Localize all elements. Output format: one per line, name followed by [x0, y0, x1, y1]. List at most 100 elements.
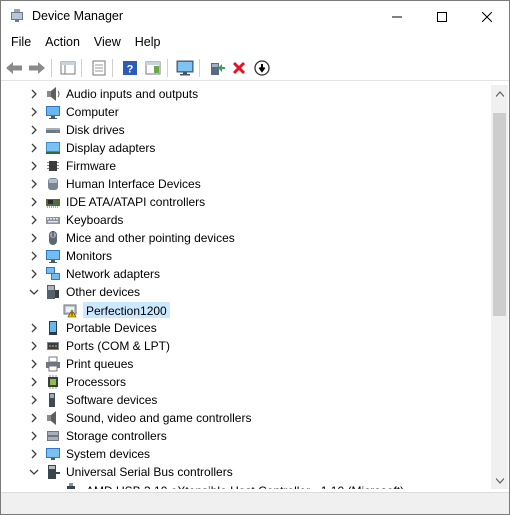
- chevron-right-icon[interactable]: [28, 430, 40, 442]
- menu-file[interactable]: File: [4, 32, 38, 54]
- delete-x-icon: [232, 61, 246, 75]
- device-category[interactable]: Software devices: [4, 391, 490, 409]
- chevron-right-icon[interactable]: [28, 232, 40, 244]
- menu-help[interactable]: Help: [128, 32, 168, 54]
- device-category[interactable]: Portable Devices: [4, 319, 490, 337]
- chevron-right-icon[interactable]: [28, 412, 40, 424]
- device-item[interactable]: Perfection1200: [4, 301, 490, 319]
- update-driver-button[interactable]: [207, 58, 227, 78]
- device-tree[interactable]: Audio inputs and outputs Computer Disk dri…: [4, 85, 490, 489]
- device-label: Monitors: [66, 249, 113, 263]
- properties-button[interactable]: [89, 58, 109, 78]
- chevron-right-icon[interactable]: [28, 394, 40, 406]
- scroll-down-button[interactable]: [491, 472, 508, 489]
- toolbar-separator: [112, 59, 113, 77]
- port-icon: [45, 338, 61, 354]
- processor-icon: [45, 374, 61, 390]
- chevron-right-icon[interactable]: [28, 268, 40, 280]
- warning-device-icon: [63, 302, 79, 318]
- properties-icon: [92, 60, 106, 76]
- vertical-scrollbar[interactable]: [491, 85, 508, 489]
- chevron-right-icon[interactable]: [28, 142, 40, 154]
- device-category[interactable]: Universal Serial Bus controllers: [4, 463, 490, 481]
- status-bar: [1, 492, 509, 514]
- chevron-right-icon[interactable]: [28, 340, 40, 352]
- device-label: Software devices: [66, 393, 158, 407]
- device-category[interactable]: Keyboards: [4, 211, 490, 229]
- device-category[interactable]: Human Interface Devices: [4, 175, 490, 193]
- device-category[interactable]: Audio inputs and outputs: [4, 85, 490, 103]
- device-label: Disk drives: [66, 123, 125, 137]
- device-category[interactable]: Firmware: [4, 157, 490, 175]
- device-category[interactable]: IDE ATA/ATAPI controllers: [4, 193, 490, 211]
- device-label: Print queues: [66, 357, 134, 371]
- disable-device-button[interactable]: [252, 58, 272, 78]
- uninstall-device-button[interactable]: [229, 58, 249, 78]
- device-label: Human Interface Devices: [66, 177, 201, 191]
- device-category[interactable]: Other devices: [4, 283, 490, 301]
- menu-action[interactable]: Action: [38, 32, 87, 54]
- menu-view[interactable]: View: [87, 32, 128, 54]
- chevron-right-icon[interactable]: [28, 322, 40, 334]
- toolbar-separator: [167, 59, 168, 77]
- close-button[interactable]: [464, 1, 509, 32]
- chevron-right-icon[interactable]: [28, 196, 40, 208]
- device-category[interactable]: Storage controllers: [4, 427, 490, 445]
- hid-icon: [45, 176, 61, 192]
- device-category[interactable]: Print queues: [4, 355, 490, 373]
- device-category[interactable]: Computer: [4, 103, 490, 121]
- forward-button[interactable]: [27, 58, 47, 78]
- chevron-right-icon[interactable]: [28, 214, 40, 226]
- scroll-thumb[interactable]: [493, 113, 506, 316]
- device-category[interactable]: Disk drives: [4, 121, 490, 139]
- show-hide-console-tree-button[interactable]: [58, 58, 78, 78]
- chevron-right-icon[interactable]: [28, 178, 40, 190]
- minimize-button[interactable]: [374, 1, 419, 32]
- help-icon: ?: [123, 61, 137, 76]
- device-category[interactable]: Mice and other pointing devices: [4, 229, 490, 247]
- printer-icon: [45, 356, 61, 372]
- action-pane-icon: [145, 61, 161, 75]
- device-category[interactable]: Sound, video and game controllers: [4, 409, 490, 427]
- device-manager-app-icon: [10, 9, 24, 23]
- toolbar-separator: [81, 59, 82, 77]
- scroll-down-icon: [495, 477, 504, 484]
- device-category[interactable]: Monitors: [4, 247, 490, 265]
- chevron-right-icon[interactable]: [28, 358, 40, 370]
- device-label: Audio inputs and outputs: [66, 87, 199, 101]
- maximize-button[interactable]: [419, 1, 464, 32]
- chevron-right-icon[interactable]: [28, 448, 40, 460]
- device-manager-window: Device Manager File Action View Help ? A…: [0, 0, 510, 515]
- device-category[interactable]: Display adapters: [4, 139, 490, 157]
- storage-controller-icon: [45, 428, 61, 444]
- help-button[interactable]: ?: [120, 58, 140, 78]
- device-label: Display adapters: [66, 141, 156, 155]
- chevron-right-icon[interactable]: [28, 160, 40, 172]
- chevron-right-icon[interactable]: [28, 250, 40, 262]
- device-label: Sound, video and game controllers: [66, 411, 252, 425]
- device-category[interactable]: Network adapters: [4, 265, 490, 283]
- monitor-scan-icon: [176, 60, 194, 76]
- chevron-right-icon[interactable]: [28, 106, 40, 118]
- chevron-down-icon[interactable]: [28, 466, 40, 478]
- toolbar-separator: [51, 59, 52, 77]
- chevron-right-icon[interactable]: [28, 88, 40, 100]
- chevron-right-icon[interactable]: [28, 124, 40, 136]
- device-item[interactable]: AMD USB 3.10 eXtensible Host Controller …: [4, 481, 490, 489]
- device-category[interactable]: Processors: [4, 373, 490, 391]
- title-bar[interactable]: Device Manager: [1, 1, 509, 32]
- action-pane-button[interactable]: [143, 58, 163, 78]
- speaker-icon: [45, 86, 61, 102]
- scroll-up-button[interactable]: [491, 85, 508, 102]
- network-adapter-icon: [45, 266, 61, 282]
- device-category[interactable]: Ports (COM & LPT): [4, 337, 490, 355]
- sound-controller-icon: [45, 410, 61, 426]
- device-category[interactable]: System devices: [4, 445, 490, 463]
- chevron-down-icon[interactable]: [28, 286, 40, 298]
- display-adapter-icon: [45, 140, 61, 156]
- device-label: IDE ATA/ATAPI controllers: [66, 195, 206, 209]
- scan-hardware-button[interactable]: [175, 58, 195, 78]
- device-label: Storage controllers: [66, 429, 167, 443]
- back-button[interactable]: [4, 58, 24, 78]
- chevron-right-icon[interactable]: [28, 376, 40, 388]
